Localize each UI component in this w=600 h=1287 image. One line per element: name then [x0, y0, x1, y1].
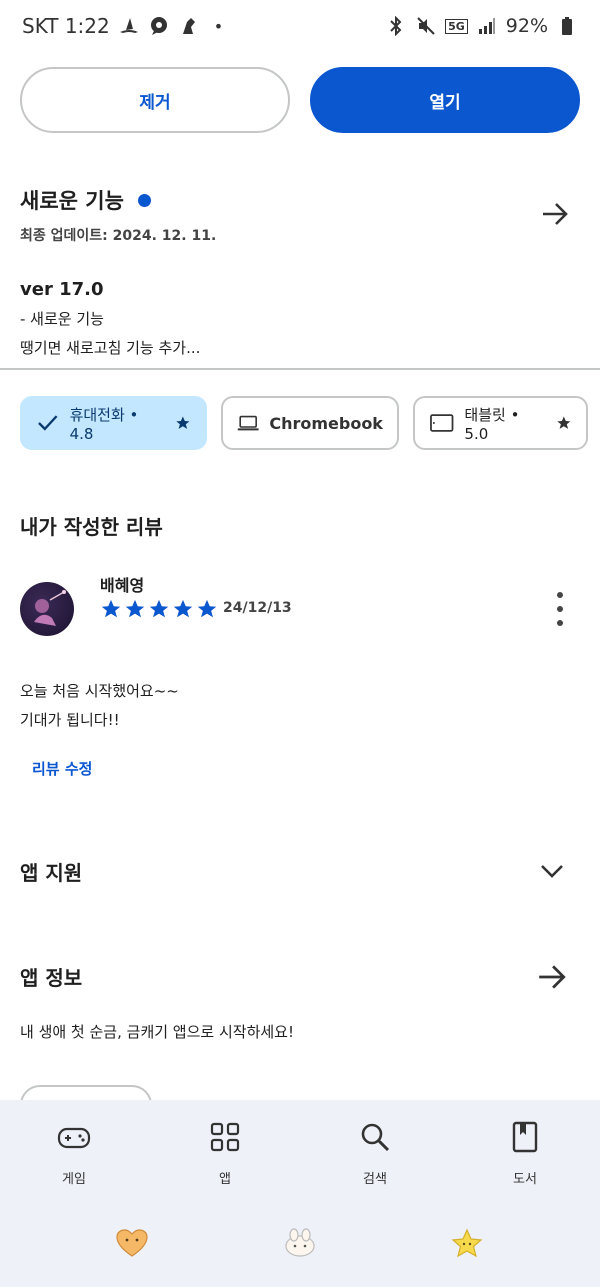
rating-stars: [100, 598, 218, 620]
whats-new-section[interactable]: 새로운 기능 최종 업데이트: 2024. 12. 11. ver 17.0 -…: [20, 185, 580, 358]
network-5g: 5G: [445, 18, 468, 34]
open-button[interactable]: 열기: [310, 67, 580, 133]
star-icon: [149, 599, 169, 618]
star-icon: [176, 416, 190, 429]
battery-icon: [556, 15, 578, 37]
chip-tablet[interactable]: 태블릿 • 5.0: [412, 396, 588, 450]
chip-phone-label: 휴대전화 • 4.8: [69, 405, 139, 443]
status-bar: SKT 1:22 • 5G 92%: [0, 0, 600, 52]
battery-percent: 92%: [505, 15, 548, 37]
laptop-icon: [237, 415, 259, 431]
nav-item-books[interactable]: 도서: [475, 1120, 575, 1187]
review-text-line-1: 오늘 처음 시작했어요~~: [20, 682, 179, 700]
edit-review-link[interactable]: 리뷰 수정: [32, 758, 92, 779]
star-icon: [101, 599, 121, 618]
tablet-icon: [430, 414, 454, 432]
search-icon: [361, 1123, 390, 1152]
bunny-face-icon[interactable]: [283, 1228, 317, 1258]
status-dot: •: [213, 16, 224, 36]
nav-item-apps[interactable]: 앱: [175, 1120, 275, 1187]
last-updated: 최종 업데이트: 2024. 12. 11.: [20, 228, 217, 244]
mute-icon: [415, 15, 437, 37]
review-text-line-2: 기대가 됩니다!!: [20, 711, 120, 729]
gamepad-icon: [57, 1127, 91, 1149]
app-notification-icon: [178, 15, 200, 37]
nav-item-search[interactable]: 검색: [325, 1120, 425, 1187]
nav-books-label: 도서: [513, 1172, 537, 1187]
check-icon: [38, 415, 58, 431]
star-face-icon[interactable]: [450, 1228, 484, 1258]
action-buttons: 제거 열기: [20, 67, 580, 133]
book-icon: [512, 1121, 538, 1153]
bottom-nav: 게임 앱 검색 도서: [0, 1100, 600, 1287]
app-info-title[interactable]: 앱 정보: [20, 962, 82, 991]
review-date: 24/12/13: [223, 600, 292, 616]
device-chips: 휴대전화 • 4.8 Chromebook 태블릿 • 5.0: [20, 396, 588, 450]
avatar[interactable]: [20, 582, 74, 636]
changelog-line-1: - 새로운 기능: [20, 310, 104, 328]
whats-new-title: 새로운 기능: [20, 189, 124, 213]
arrow-right-icon[interactable]: [540, 199, 570, 229]
new-indicator-dot: [137, 193, 151, 207]
chip-chromebook[interactable]: Chromebook: [220, 396, 399, 450]
nav-games-label: 게임: [62, 1172, 86, 1187]
bluetooth-icon: [385, 15, 407, 37]
app-description: 내 생애 첫 순금, 금캐기 앱으로 시작하세요!: [20, 1023, 294, 1041]
heart-face-icon[interactable]: [115, 1228, 149, 1258]
nav-apps-label: 앱: [219, 1172, 231, 1187]
my-review-title: 내가 작성한 리뷰: [20, 515, 163, 539]
star-icon: [557, 416, 571, 429]
witch-hat-icon: [118, 15, 140, 37]
chat-bubble-icon: [148, 15, 170, 37]
uninstall-button[interactable]: 제거: [20, 67, 290, 133]
chip-phone[interactable]: 휴대전화 • 4.8: [20, 396, 207, 450]
chevron-down-icon[interactable]: [536, 855, 568, 887]
version-text: ver 17.0: [20, 279, 104, 300]
more-options-icon[interactable]: [548, 592, 572, 626]
chip-tablet-label: 태블릿 • 5.0: [464, 405, 520, 443]
nav-item-games[interactable]: 게임: [24, 1120, 124, 1187]
section-divider: [0, 368, 600, 370]
arrow-right-icon[interactable]: [536, 961, 568, 993]
star-icon: [173, 599, 193, 618]
signal-icon: [476, 15, 498, 37]
carrier-time: SKT 1:22: [22, 14, 110, 38]
reviewer-name: 배혜영: [100, 576, 145, 595]
review-text: 오늘 처음 시작했어요~~ 기대가 됩니다!!: [20, 677, 179, 735]
changelog-line-2: 땡기면 새로고침 기능 추가...: [20, 339, 201, 357]
star-icon: [197, 599, 217, 618]
star-icon: [125, 599, 145, 618]
chip-chromebook-label: Chromebook: [269, 413, 383, 433]
app-support-title[interactable]: 앱 지원: [20, 857, 82, 886]
apps-grid-icon: [210, 1122, 240, 1152]
nav-search-label: 검색: [363, 1172, 387, 1187]
